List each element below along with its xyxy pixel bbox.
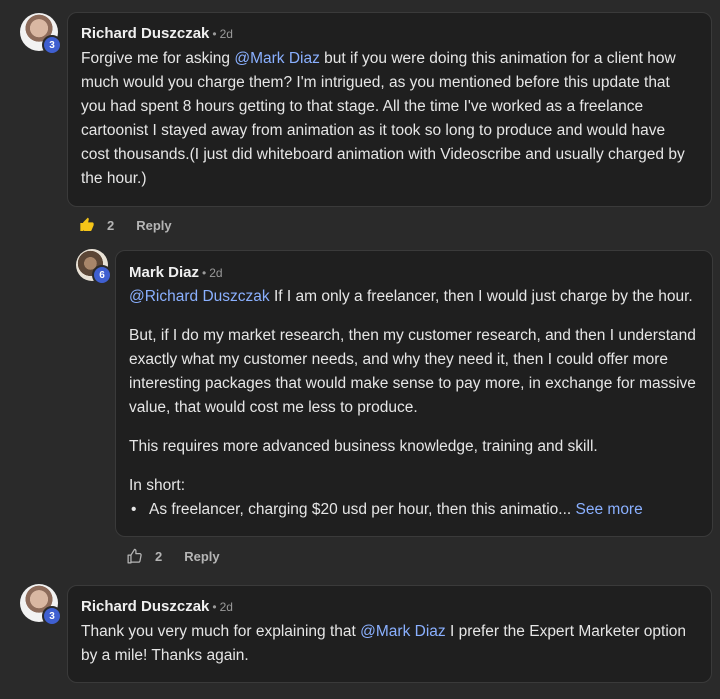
mention-link[interactable]: @Mark Diaz	[234, 50, 320, 67]
comment-author[interactable]: Mark Diaz	[129, 264, 199, 281]
thumbs-up-icon[interactable]	[126, 548, 143, 565]
comment-author[interactable]: Richard Duszczak	[81, 25, 209, 42]
like-count: 2	[107, 217, 115, 233]
comment-paragraph: But, if I do my market research, then my…	[129, 327, 696, 416]
comment-time[interactable]: 2d	[209, 266, 222, 280]
bullet-item: • As freelancer, charging $20 usd per hou…	[131, 501, 643, 518]
reply-button[interactable]: Reply	[136, 218, 171, 233]
comment-time[interactable]: 2d	[220, 600, 233, 614]
like-count: 2	[155, 549, 163, 564]
comment-bubble: Richard Duszczak • 2d Thank you very much …	[67, 585, 712, 683]
mention-link[interactable]: @Richard Duszczak	[129, 288, 270, 305]
comment-header: Richard Duszczak • 2d	[81, 25, 233, 42]
mention-link[interactable]: @Mark Diaz	[360, 623, 446, 640]
avatar[interactable]: 6	[76, 249, 112, 285]
level-badge: 6	[92, 265, 112, 285]
avatar[interactable]: 3	[20, 584, 62, 626]
comment-header: Richard Duszczak • 2d	[81, 598, 233, 615]
level-badge: 3	[42, 35, 62, 55]
comment-bubble: Richard Duszczak • 2d Forgive me for askin…	[67, 12, 712, 207]
comment-paragraph: In short:	[129, 477, 185, 494]
comment-actions: 2 Reply	[126, 548, 220, 565]
comment-bubble: Mark Diaz • 2d @Richard Duszczak If I am o…	[115, 250, 713, 537]
comment-text: Forgive me for asking @Mark Diaz but if …	[81, 50, 685, 187]
reply-button[interactable]: Reply	[184, 549, 219, 564]
comment-text: Thank you very much for explaining that …	[81, 623, 687, 664]
comment-paragraph: This requires more advanced business kno…	[129, 438, 598, 455]
level-badge: 3	[42, 606, 62, 626]
thumbs-up-icon[interactable]	[79, 217, 95, 233]
comment-time[interactable]: 2d	[220, 27, 233, 41]
comment-header: Mark Diaz • 2d	[129, 264, 223, 281]
comment-paragraph: @Richard Duszczak If I am only a freelan…	[129, 288, 693, 305]
comment-actions: 2 Reply	[79, 217, 172, 233]
comment-author[interactable]: Richard Duszczak	[81, 598, 209, 615]
avatar[interactable]: 3	[20, 13, 62, 55]
see-more-link[interactable]: See more	[576, 501, 643, 518]
